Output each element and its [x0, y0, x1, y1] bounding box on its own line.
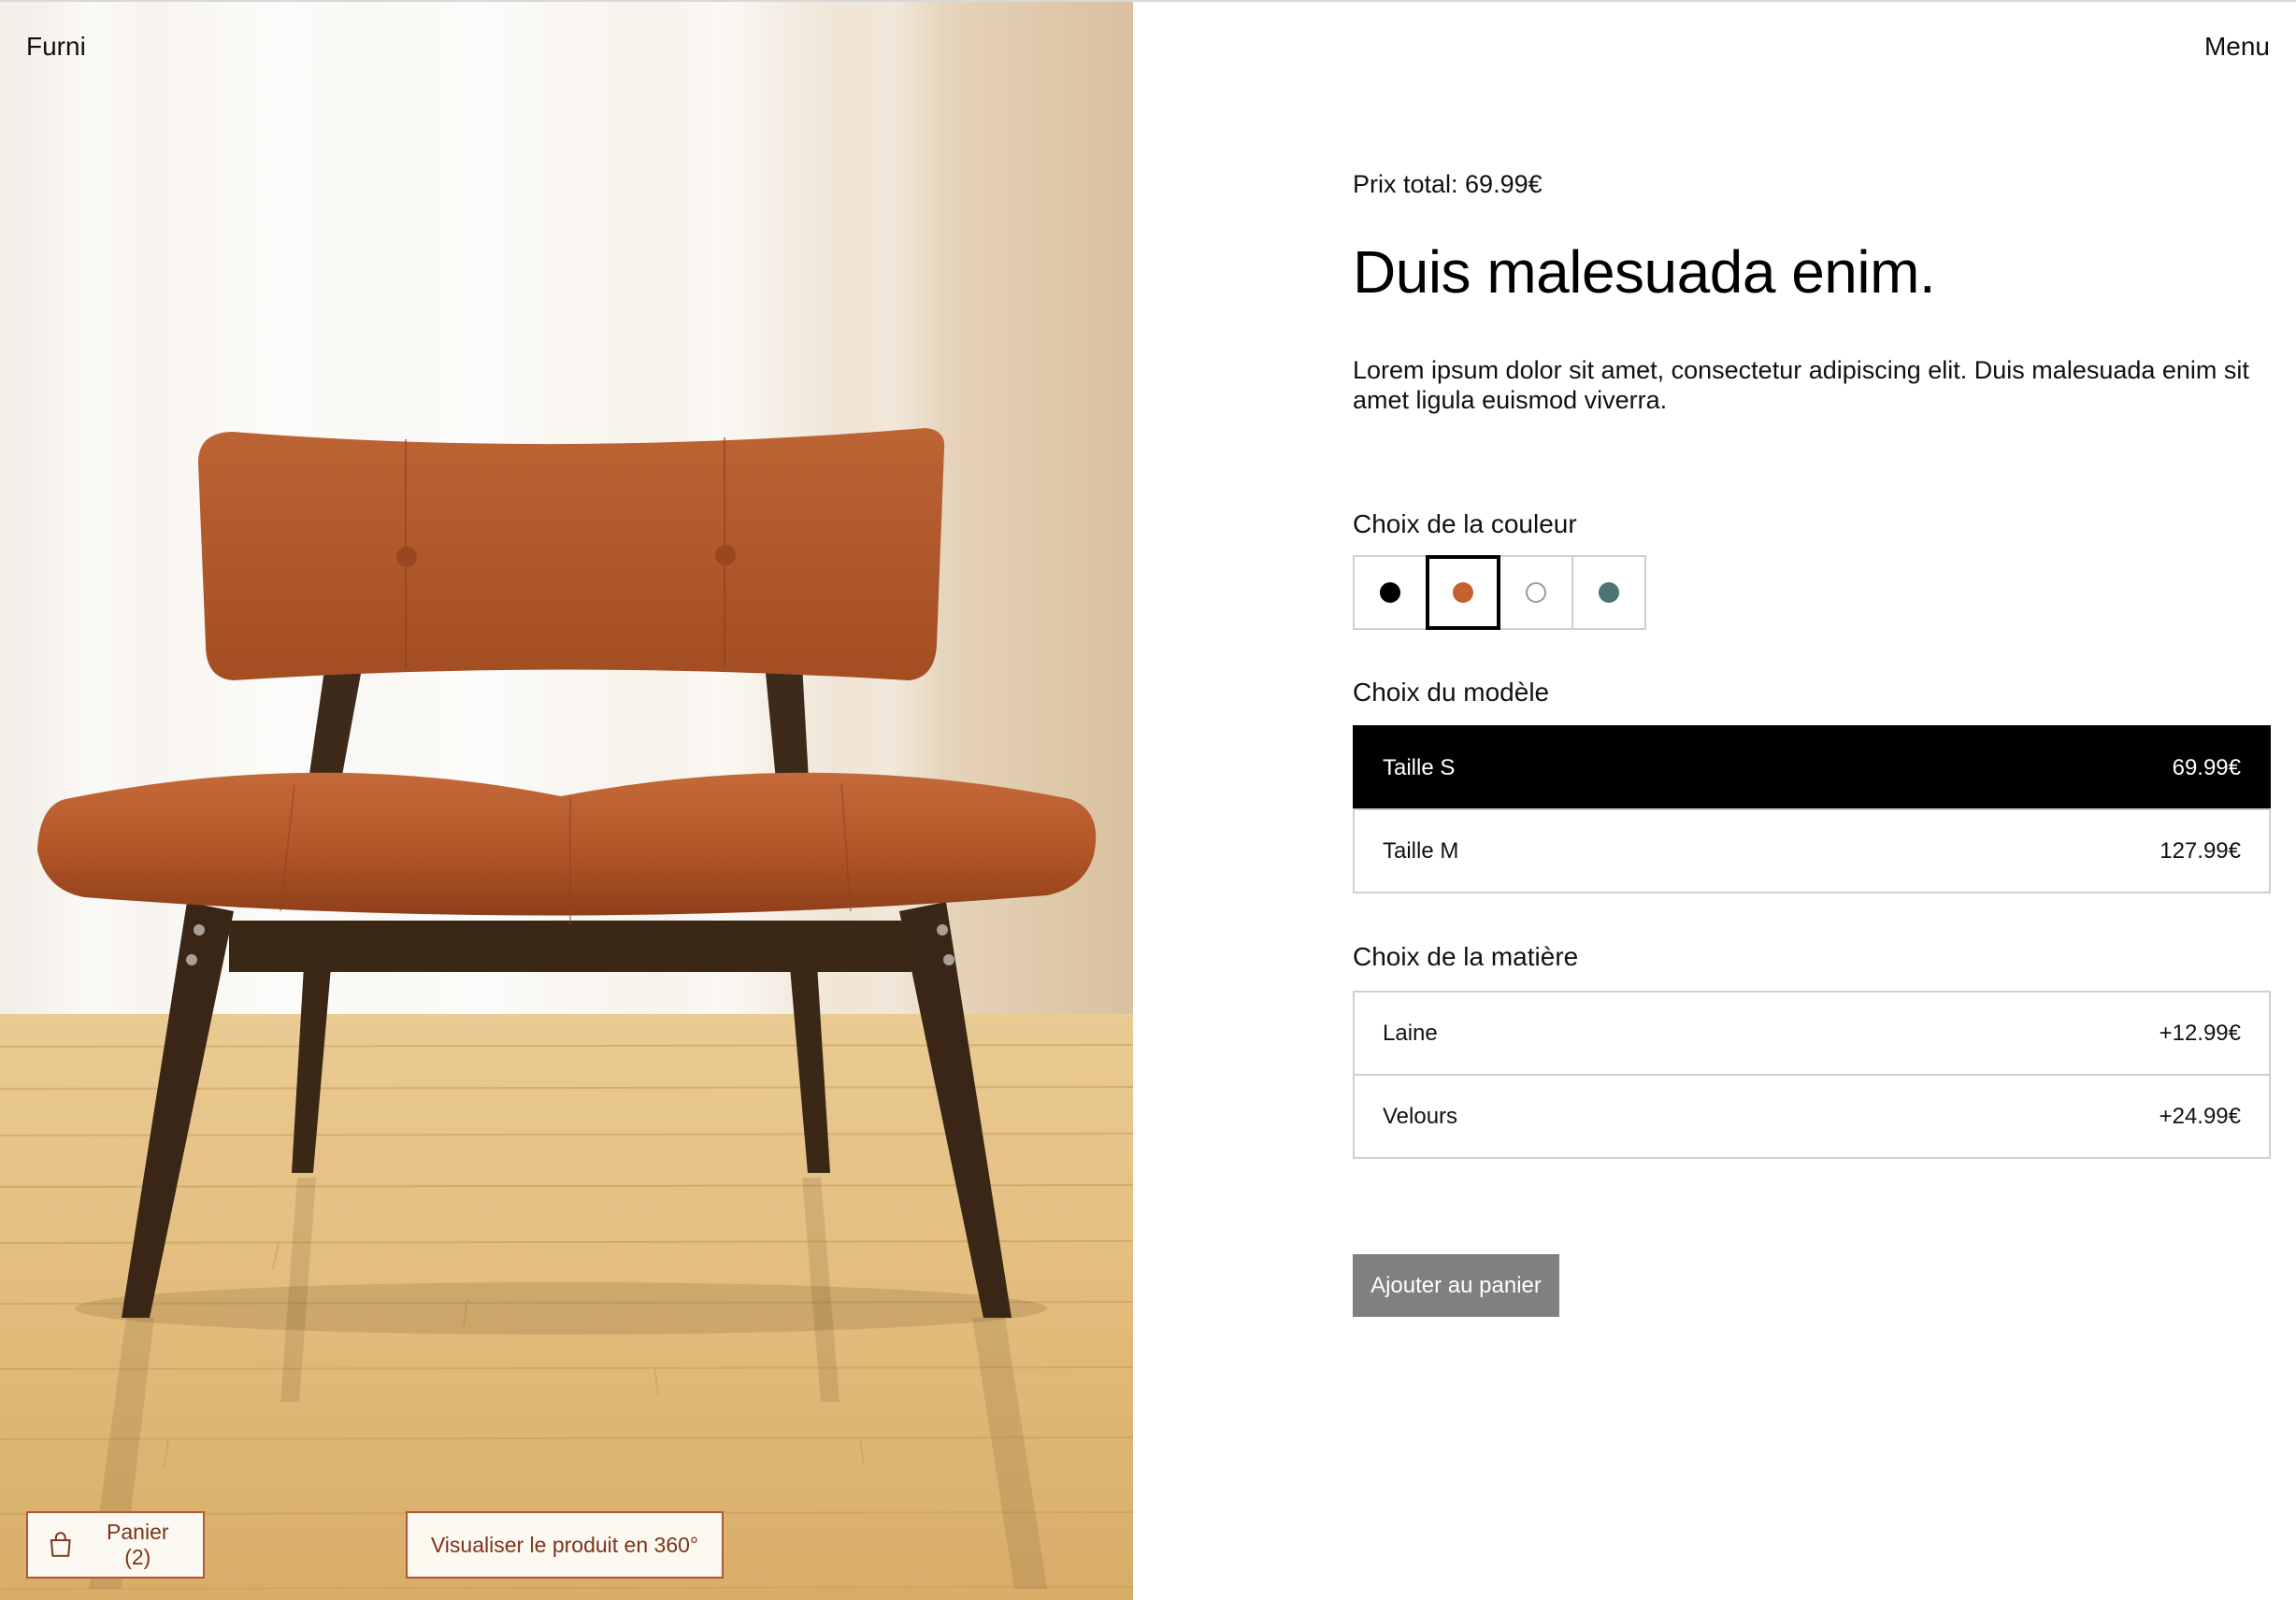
option-price: 127.99€ — [2160, 837, 2241, 864]
chair-photo-illustration — [0, 0, 1133, 1600]
color-dot — [1453, 582, 1473, 603]
option-name: Velours — [1383, 1103, 1458, 1129]
product-photo: Furni Panier (2) Visualiser le produit e… — [0, 0, 1133, 1600]
color-dot — [1526, 582, 1546, 603]
option-price: +12.99€ — [2159, 1020, 2241, 1046]
model-option-taille-m[interactable]: Taille M 127.99€ — [1353, 808, 2271, 893]
color-dot — [1599, 582, 1619, 603]
cart-button-label: Panier (2) — [107, 1520, 169, 1569]
color-swatch-white[interactable] — [1499, 555, 1573, 630]
shopping-bag-icon — [50, 1532, 71, 1557]
color-swatches — [1353, 555, 1646, 630]
option-name: Laine — [1383, 1020, 1438, 1046]
color-swatch-orange[interactable] — [1426, 555, 1500, 630]
view-360-button[interactable]: Visualiser le produit en 360° — [406, 1511, 724, 1579]
price-total: Prix total: 69.99€ — [1353, 170, 1543, 198]
option-price: 69.99€ — [2172, 754, 2241, 780]
top-border — [0, 0, 2296, 2]
option-name: Taille M — [1383, 837, 1459, 864]
model-option-taille-s[interactable]: Taille S 69.99€ — [1353, 725, 2271, 810]
cart-button[interactable]: Panier (2) — [26, 1511, 205, 1579]
product-description: Lorem ipsum dolor sit amet, consectetur … — [1353, 356, 2249, 414]
option-name: Taille S — [1383, 754, 1456, 780]
option-price: +24.99€ — [2159, 1103, 2241, 1129]
color-dot — [1380, 582, 1400, 603]
color-swatch-black[interactable] — [1353, 555, 1428, 630]
model-section-label: Choix du modèle — [1353, 678, 1550, 707]
material-options: Laine +12.99€ Velours +24.99€ — [1353, 991, 2271, 1159]
add-to-cart-button[interactable]: Ajouter au panier — [1353, 1254, 1559, 1317]
model-options: Taille S 69.99€ Taille M 127.99€ — [1353, 725, 2271, 893]
view-360-label: Visualiser le produit en 360° — [430, 1532, 699, 1557]
color-swatch-teal[interactable] — [1571, 555, 1646, 630]
material-section-label: Choix de la matière — [1353, 942, 1579, 971]
product-page: Furni Panier (2) Visualiser le produit e… — [0, 0, 2296, 1600]
material-option-velours[interactable]: Velours +24.99€ — [1353, 1074, 2271, 1159]
material-option-laine[interactable]: Laine +12.99€ — [1353, 991, 2271, 1076]
product-title: Duis malesuada enim. — [1353, 238, 1936, 306]
menu-link[interactable]: Menu — [2204, 32, 2270, 62]
brand-logo[interactable]: Furni — [26, 32, 86, 62]
color-section-label: Choix de la couleur — [1353, 509, 1577, 538]
